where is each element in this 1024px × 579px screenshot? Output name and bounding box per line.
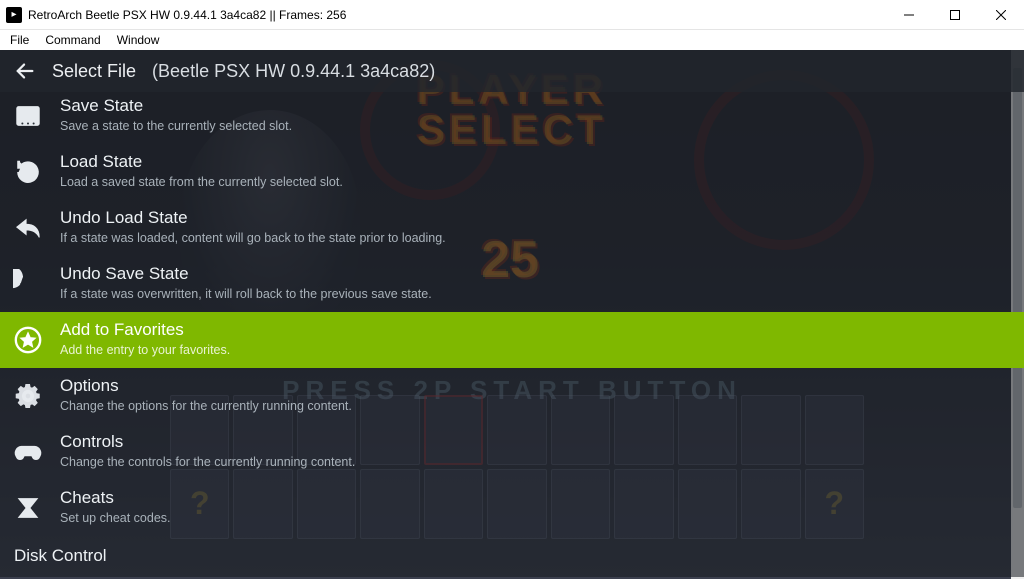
menu-item-title: Save State bbox=[60, 96, 292, 116]
menu-undo-load-state[interactable]: Undo Load State If a state was loaded, c… bbox=[0, 200, 1024, 256]
menu-item-desc: Add the entry to your favorites. bbox=[60, 343, 230, 357]
menu-item-title: Options bbox=[60, 376, 352, 396]
menu-item-desc: Load a saved state from the currently se… bbox=[60, 175, 343, 189]
menu-cheats[interactable]: Cheats Set up cheat codes. bbox=[0, 480, 1024, 536]
menu-item-desc: Save a state to the currently selected s… bbox=[60, 119, 292, 133]
load-state-icon bbox=[10, 154, 46, 190]
menu-item-desc: Change the options for the currently run… bbox=[60, 399, 352, 413]
app-menubar: File Command Window bbox=[0, 30, 1024, 50]
emulator-viewport: PLAYER SELECT 25 PRESS 2P START BUTTON S… bbox=[0, 50, 1024, 579]
quickmenu-header: Select File (Beetle PSX HW 0.9.44.1 3a4c… bbox=[0, 50, 1024, 92]
gear-icon bbox=[10, 378, 46, 414]
menu-item-title: Undo Save State bbox=[60, 264, 432, 284]
menu-window[interactable]: Window bbox=[111, 33, 166, 47]
menu-item-title: Cheats bbox=[60, 488, 171, 508]
maximize-button[interactable] bbox=[932, 0, 978, 30]
menu-item-title: Controls bbox=[60, 432, 355, 452]
menu-item-desc: If a state was overwritten, it will roll… bbox=[60, 287, 432, 301]
header-select-file: Select File bbox=[52, 61, 136, 82]
menu-undo-save-state[interactable]: Undo Save State If a state was overwritt… bbox=[0, 256, 1024, 312]
menu-load-state[interactable]: Load State Load a saved state from the c… bbox=[0, 144, 1024, 200]
app-icon: ▸ bbox=[6, 7, 22, 23]
window-title: RetroArch Beetle PSX HW 0.9.44.1 3a4ca82… bbox=[28, 8, 346, 22]
minimize-button[interactable] bbox=[886, 0, 932, 30]
menu-command[interactable]: Command bbox=[39, 33, 106, 47]
save-state-icon bbox=[10, 98, 46, 134]
menu-file[interactable]: File bbox=[4, 33, 35, 47]
undo-icon bbox=[10, 210, 46, 246]
cheats-icon bbox=[10, 490, 46, 526]
undo-arrow-icon bbox=[10, 266, 46, 302]
menu-item-desc: If a state was loaded, content will go b… bbox=[60, 231, 446, 245]
quickmenu-list: Save State Save a state to the currently… bbox=[0, 92, 1024, 577]
favorite-star-icon bbox=[10, 322, 46, 358]
menu-add-to-favorites[interactable]: Add to Favorites Add the entry to your f… bbox=[0, 312, 1024, 368]
window-titlebar: ▸ RetroArch Beetle PSX HW 0.9.44.1 3a4ca… bbox=[0, 0, 1024, 30]
menu-controls[interactable]: Controls Change the controls for the cur… bbox=[0, 424, 1024, 480]
header-subtitle: (Beetle PSX HW 0.9.44.1 3a4ca82) bbox=[152, 61, 435, 82]
menu-item-desc: Set up cheat codes. bbox=[60, 511, 171, 525]
menu-disk-control[interactable]: Disk Control bbox=[0, 536, 1024, 577]
menu-options[interactable]: Options Change the options for the curre… bbox=[0, 368, 1024, 424]
menu-item-title: Disk Control bbox=[14, 546, 107, 566]
controller-icon bbox=[10, 434, 46, 470]
menu-save-state[interactable]: Save State Save a state to the currently… bbox=[0, 92, 1024, 144]
menu-item-title: Load State bbox=[60, 152, 343, 172]
back-icon[interactable] bbox=[14, 60, 36, 82]
menu-item-title: Add to Favorites bbox=[60, 320, 230, 340]
close-button[interactable] bbox=[978, 0, 1024, 30]
menu-item-title: Undo Load State bbox=[60, 208, 446, 228]
menu-item-desc: Change the controls for the currently ru… bbox=[60, 455, 355, 469]
